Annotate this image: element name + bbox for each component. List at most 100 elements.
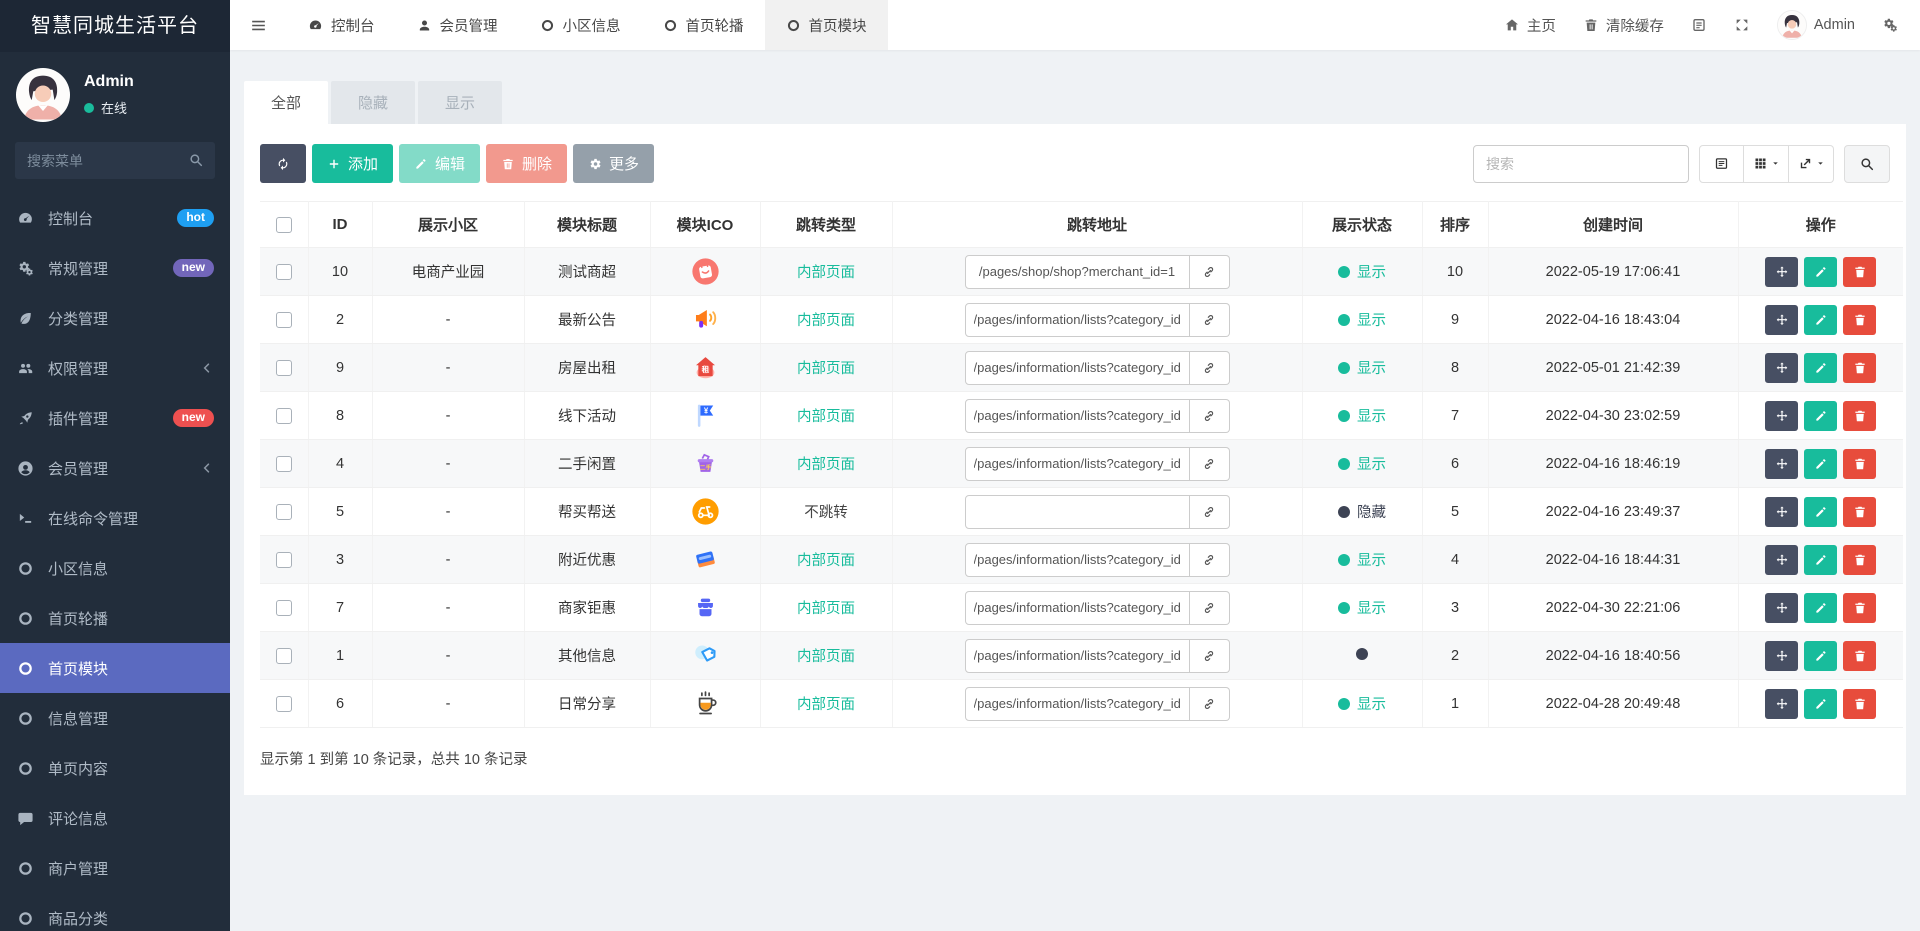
link-button[interactable] (1189, 446, 1230, 481)
sidebar-item-控制台[interactable]: 控制台 hot (0, 193, 230, 243)
jump-url-input[interactable] (964, 398, 1190, 433)
status-badge[interactable]: 显示 (1338, 405, 1386, 426)
row-checkbox[interactable] (275, 551, 292, 568)
more-button[interactable]: 更多 (573, 144, 655, 183)
row-edit-button[interactable] (1804, 400, 1838, 431)
drag-sort-button[interactable] (1765, 304, 1799, 335)
link-button[interactable] (1189, 254, 1230, 289)
row-delete-button[interactable] (1843, 640, 1877, 671)
row-edit-button[interactable] (1804, 256, 1838, 287)
jump-url-input[interactable] (964, 590, 1190, 625)
topbar-tab-会员管理[interactable]: 会员管理 (396, 0, 519, 50)
sidebar-item-权限管理[interactable]: 权限管理 (0, 343, 230, 393)
status-badge[interactable]: 显示 (1338, 453, 1386, 474)
jump-url-input[interactable] (964, 542, 1190, 577)
row-checkbox[interactable] (275, 599, 292, 616)
sidebar-item-单页内容[interactable]: 单页内容 (0, 743, 230, 793)
row-edit-button[interactable] (1804, 496, 1838, 527)
row-checkbox[interactable] (275, 695, 292, 712)
link-button[interactable] (1189, 350, 1230, 385)
row-delete-button[interactable] (1843, 496, 1877, 527)
row-delete-button[interactable] (1843, 544, 1877, 575)
hamburger-menu-icon[interactable] (230, 0, 287, 50)
link-button[interactable] (1189, 494, 1230, 529)
row-delete-button[interactable] (1843, 400, 1877, 431)
row-delete-button[interactable] (1843, 448, 1877, 479)
jump-url-input[interactable] (964, 494, 1190, 529)
status-badge[interactable]: 显示 (1338, 261, 1386, 282)
topbar-tab-首页轮播[interactable]: 首页轮播 (642, 0, 765, 50)
delete-button[interactable]: 删除 (486, 144, 568, 183)
drag-sort-button[interactable] (1765, 592, 1799, 623)
row-edit-button[interactable] (1804, 544, 1838, 575)
status-badge[interactable]: 显示 (1338, 549, 1386, 570)
jump-url-input[interactable] (964, 446, 1190, 481)
select-all-checkbox[interactable] (275, 217, 292, 234)
jump-url-input[interactable] (964, 302, 1190, 337)
edit-button[interactable]: 编辑 (399, 144, 481, 183)
topbar-tab-小区信息[interactable]: 小区信息 (519, 0, 642, 50)
filter-tab-全部[interactable]: 全部 (244, 81, 329, 124)
row-checkbox[interactable] (275, 647, 292, 664)
row-edit-button[interactable] (1804, 304, 1838, 335)
drag-sort-button[interactable] (1765, 256, 1799, 287)
avatar[interactable] (16, 68, 70, 122)
sidebar-item-评论信息[interactable]: 评论信息 (0, 793, 230, 843)
row-edit-button[interactable] (1804, 688, 1838, 719)
row-checkbox[interactable] (275, 407, 292, 424)
row-delete-button[interactable] (1843, 592, 1877, 623)
row-edit-button[interactable] (1804, 640, 1838, 671)
status-badge[interactable]: 隐藏 (1338, 501, 1386, 522)
sidebar-item-分类管理[interactable]: 分类管理 (0, 293, 230, 343)
sidebar-item-插件管理[interactable]: 插件管理 new (0, 393, 230, 443)
sidebar-item-商户管理[interactable]: 商户管理 (0, 843, 230, 893)
refresh-button[interactable] (260, 144, 306, 183)
link-button[interactable] (1189, 590, 1230, 625)
filter-tab-隐藏[interactable]: 隐藏 (331, 81, 416, 124)
row-delete-button[interactable] (1843, 352, 1877, 383)
add-button[interactable]: 添加 (312, 144, 394, 183)
status-badge[interactable]: 显示 (1338, 693, 1386, 714)
status-badge[interactable]: 显示 (1338, 309, 1386, 330)
row-checkbox[interactable] (275, 455, 292, 472)
link-button[interactable] (1189, 638, 1230, 673)
sidebar-item-会员管理[interactable]: 会员管理 (0, 443, 230, 493)
row-delete-button[interactable] (1843, 256, 1877, 287)
row-checkbox[interactable] (275, 503, 292, 520)
row-edit-button[interactable] (1804, 352, 1838, 383)
settings-button[interactable] (1882, 17, 1898, 33)
drag-sort-button[interactable] (1765, 688, 1799, 719)
link-button[interactable] (1189, 302, 1230, 337)
export-button[interactable] (1789, 144, 1834, 183)
jump-url-input[interactable] (964, 254, 1190, 289)
docs-button[interactable] (1691, 17, 1707, 33)
link-button[interactable] (1189, 542, 1230, 577)
row-checkbox[interactable] (275, 359, 292, 376)
user-menu[interactable]: Admin (1776, 10, 1855, 40)
link-button[interactable] (1189, 398, 1230, 433)
status-badge[interactable]: 显示 (1338, 357, 1386, 378)
topbar-tab-首页模块[interactable]: 首页模块 (764, 0, 888, 50)
sidebar-item-信息管理[interactable]: 信息管理 (0, 693, 230, 743)
sidebar-item-常规管理[interactable]: 常规管理 new (0, 243, 230, 293)
row-delete-button[interactable] (1843, 688, 1877, 719)
sidebar-item-小区信息[interactable]: 小区信息 (0, 543, 230, 593)
sidebar-item-商品分类[interactable]: 商品分类 (0, 893, 230, 931)
row-delete-button[interactable] (1843, 304, 1877, 335)
jump-url-input[interactable] (964, 686, 1190, 721)
detail-view-button[interactable] (1699, 144, 1744, 183)
table-search-input[interactable] (1473, 144, 1689, 183)
home-link[interactable]: 主页 (1504, 15, 1556, 36)
jump-url-input[interactable] (964, 638, 1190, 673)
status-badge[interactable]: 显示 (1338, 597, 1386, 618)
fullscreen-button[interactable] (1734, 17, 1750, 33)
drag-sort-button[interactable] (1765, 496, 1799, 527)
drag-sort-button[interactable] (1765, 352, 1799, 383)
sidebar-item-首页模块[interactable]: 首页模块 (0, 643, 230, 693)
link-button[interactable] (1189, 686, 1230, 721)
topbar-tab-控制台[interactable]: 控制台 (287, 0, 396, 50)
clear-cache-button[interactable]: 清除缓存 (1583, 15, 1664, 36)
search-submit-button[interactable] (1844, 144, 1890, 183)
sidebar-item-首页轮播[interactable]: 首页轮播 (0, 593, 230, 643)
sidebar-search-input[interactable] (15, 142, 215, 179)
